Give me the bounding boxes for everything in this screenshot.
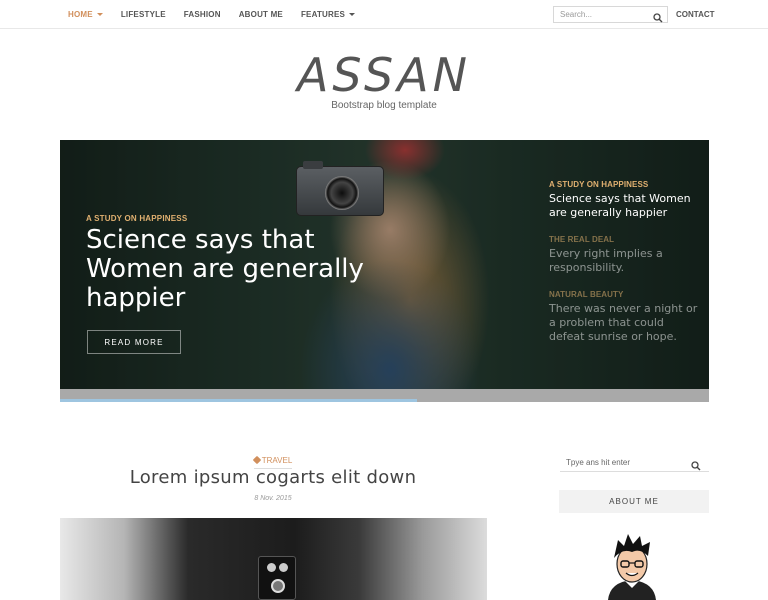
hero-slider: A STUDY ON HAPPINESS Science says that W…: [60, 140, 709, 389]
nav-item-label: ABOUT ME: [238, 10, 283, 19]
nav-search: [553, 6, 668, 23]
nav-item-contact[interactable]: CONTACT: [676, 0, 715, 29]
sidebar-search-input[interactable]: [560, 458, 680, 467]
side-item-category: A STUDY ON HAPPINESS: [549, 180, 649, 189]
hero-side-item[interactable]: THE REAL DEAL Every right implies a resp…: [549, 235, 699, 275]
nav-item-label: HOME: [68, 10, 93, 19]
search-icon[interactable]: [691, 458, 701, 471]
hero-side-list: A STUDY ON HAPPINESS Science says that W…: [549, 180, 699, 359]
nav-item-home[interactable]: HOME: [68, 10, 103, 19]
read-more-button[interactable]: READ MORE: [87, 330, 181, 354]
slider-progress-bar: [60, 389, 709, 402]
hero-side-item[interactable]: A STUDY ON HAPPINESS Science says that W…: [549, 180, 699, 220]
nav-item-features[interactable]: FEATURES: [300, 10, 356, 19]
tag-icon: [252, 455, 261, 465]
nav-item-label: FEATURES: [300, 10, 346, 19]
post-date: 8 Nov. 2015: [254, 495, 292, 502]
nav-item-fashion[interactable]: FASHION: [184, 10, 221, 19]
sidebar-search: [560, 454, 709, 472]
hero-title[interactable]: Science says that Women are generally ha…: [86, 226, 386, 313]
post-tag: TRAVEL: [0, 450, 546, 469]
post-tag-label: TRAVEL: [261, 455, 293, 465]
nav-item-label: FASHION: [183, 10, 221, 19]
about-me-heading: ABOUT ME: [559, 490, 709, 513]
site-tagline: Bootstrap blog template: [331, 100, 437, 111]
post-title[interactable]: Lorem ipsum cogarts elit down: [0, 467, 546, 488]
nav-item-label: LIFESTYLE: [120, 10, 166, 19]
camera-illustration: [296, 161, 384, 216]
post-image[interactable]: [60, 518, 487, 600]
side-item-category: NATURAL BEAUTY: [549, 290, 624, 299]
side-item-title: There was never a night or a problem tha…: [549, 302, 698, 343]
nav-item-about-me[interactable]: ABOUT ME: [239, 10, 283, 19]
nav-menu: HOME LIFESTYLE FASHION ABOUT ME FEATURES: [68, 0, 373, 29]
side-item-category: THE REAL DEAL: [549, 235, 615, 244]
camera-illustration: [258, 556, 296, 600]
chevron-down-icon: [349, 13, 356, 16]
side-item-title: Every right implies a responsibility.: [549, 247, 663, 274]
hero-category[interactable]: A STUDY ON HAPPINESS: [86, 214, 187, 223]
side-item-title: Science says that Women are generally ha…: [549, 192, 691, 219]
avatar: [600, 530, 664, 600]
site-logo[interactable]: ASSAN: [0, 50, 768, 100]
navbar: HOME LIFESTYLE FASHION ABOUT ME FEATURES…: [0, 0, 768, 29]
search-input[interactable]: [560, 10, 650, 19]
search-icon[interactable]: [653, 10, 663, 23]
slider-progress-fill: [60, 399, 417, 402]
hero-side-item[interactable]: NATURAL BEAUTY There was never a night o…: [549, 290, 699, 344]
chevron-down-icon: [96, 13, 103, 16]
nav-item-lifestyle[interactable]: LIFESTYLE: [121, 10, 166, 19]
